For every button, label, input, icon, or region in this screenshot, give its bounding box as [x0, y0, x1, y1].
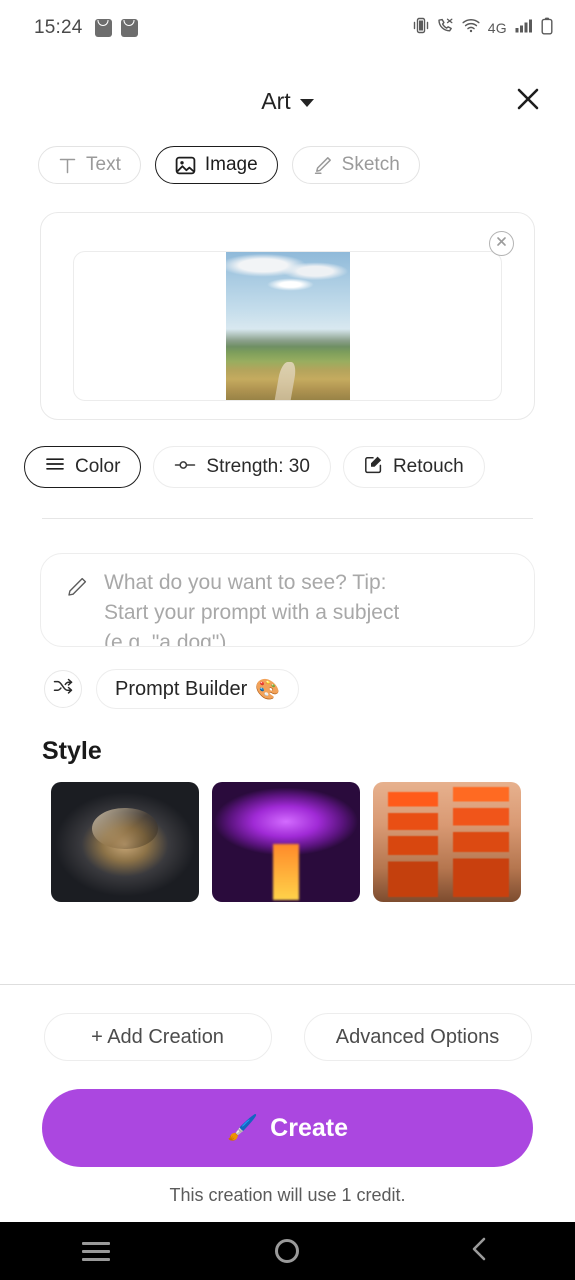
- status-right-icons: 4G: [413, 17, 553, 40]
- status-left-icons: [94, 19, 138, 37]
- status-time: 15:24: [34, 17, 83, 38]
- app-root: 15:24 4G Art Text Image Sketch Color Str…: [0, 0, 575, 1280]
- mode-selector[interactable]: Art: [261, 87, 314, 115]
- recents-button[interactable]: [61, 1222, 131, 1280]
- status-bar: 15:24 4G: [0, 0, 575, 56]
- text-t-icon: [58, 156, 77, 175]
- prompt-placeholder: What do you want to see? Tip: Start your…: [104, 568, 399, 646]
- shuffle-button[interactable]: [44, 670, 82, 708]
- add-creation-button[interactable]: + Add Creation: [43, 1013, 272, 1061]
- tab-sketch[interactable]: Sketch: [291, 146, 420, 184]
- pagoda-temple-style[interactable]: [373, 782, 521, 902]
- secondary-actions: + Add Creation Advanced Options: [0, 1013, 575, 1061]
- credit-note: This creation will use 1 credit.: [169, 1185, 406, 1205]
- mail-bag-icon: [120, 19, 138, 37]
- landscape-photo: [225, 252, 350, 400]
- retouch-button[interactable]: Retouch: [342, 446, 485, 488]
- tab-image[interactable]: Image: [154, 146, 278, 184]
- network-label: 4G: [487, 20, 507, 36]
- strength-button-label: Strength: 30: [206, 456, 310, 477]
- image-preview-frame[interactable]: [73, 251, 502, 401]
- home-button[interactable]: [252, 1222, 322, 1280]
- create-button-label: Create: [270, 1113, 348, 1142]
- battery-icon: [541, 17, 553, 40]
- image-icon: [175, 155, 196, 176]
- retouch-button-label: Retouch: [392, 456, 464, 477]
- wifi-icon: [462, 18, 480, 38]
- pencil-icon: [65, 576, 88, 646]
- palette-emoji-icon: 🎨: [255, 678, 281, 701]
- pencil-icon: [312, 155, 333, 176]
- home-circle-icon: [275, 1239, 300, 1263]
- menu-icon: [81, 1237, 110, 1266]
- chevron-down-icon: [299, 98, 314, 107]
- signal-bars-icon: [515, 18, 533, 38]
- input-mode-tabs: Text Image Sketch: [0, 132, 575, 184]
- style-thumbnail-list: [51, 782, 575, 902]
- call-mute-icon: [437, 17, 454, 39]
- image-upload-card: [40, 212, 535, 420]
- color-button[interactable]: Color: [24, 446, 142, 488]
- remove-circle-icon: [495, 235, 508, 253]
- back-button[interactable]: [444, 1222, 514, 1280]
- tab-text[interactable]: Text: [38, 146, 141, 184]
- prompt-placeholder-line-3: (e.g. "a dog"): [104, 631, 227, 646]
- prompt-placeholder-line-2: Start your prompt with a subject: [104, 601, 400, 624]
- remove-image-button[interactable]: [489, 231, 514, 256]
- close-icon: [515, 86, 541, 117]
- android-nav-bar: [0, 1222, 575, 1280]
- tab-text-label: Text: [86, 154, 121, 175]
- tab-image-label: Image: [204, 154, 258, 175]
- tab-sketch-label: Sketch: [341, 154, 400, 175]
- create-button[interactable]: 🖌️ Create: [42, 1089, 533, 1167]
- prompt-builder-button[interactable]: Prompt Builder 🎨: [96, 669, 300, 709]
- close-button[interactable]: [513, 86, 543, 116]
- section-divider: [42, 518, 533, 519]
- app-header: Art: [0, 70, 575, 132]
- prompt-builder-row: Prompt Builder 🎨: [44, 669, 575, 709]
- astronaut-helmet-style[interactable]: [51, 782, 199, 902]
- paintbrush-emoji-icon: 🖌️: [227, 1113, 259, 1142]
- prompt-builder-label: Prompt Builder: [115, 677, 248, 700]
- vibrate-icon: [413, 17, 429, 39]
- strength-button[interactable]: Strength: 30: [153, 446, 331, 488]
- mail-bag-icon: [94, 19, 112, 37]
- prompt-input[interactable]: What do you want to see? Tip: Start your…: [40, 553, 535, 647]
- page-title: Art: [261, 87, 291, 114]
- bottom-action-bar: + Add Creation Advanced Options 🖌️ Creat…: [0, 985, 575, 1206]
- chevron-left-icon: [468, 1236, 490, 1267]
- image-tools: Color Strength: 30 Retouch: [24, 446, 575, 488]
- color-button-label: Color: [75, 456, 121, 477]
- glowing-mushroom-style[interactable]: [212, 782, 360, 902]
- style-heading: Style: [42, 737, 102, 765]
- edit-square-icon: [364, 455, 383, 480]
- scroll-content: Text Image Sketch Color Strength: 30 Ret…: [0, 132, 575, 985]
- shuffle-icon: [53, 678, 73, 700]
- sliders-lines-icon: [45, 456, 65, 478]
- advanced-options-button[interactable]: Advanced Options: [303, 1013, 532, 1061]
- prompt-placeholder-line-1: What do you want to see? Tip:: [104, 571, 387, 594]
- slider-knob-icon: [174, 456, 196, 478]
